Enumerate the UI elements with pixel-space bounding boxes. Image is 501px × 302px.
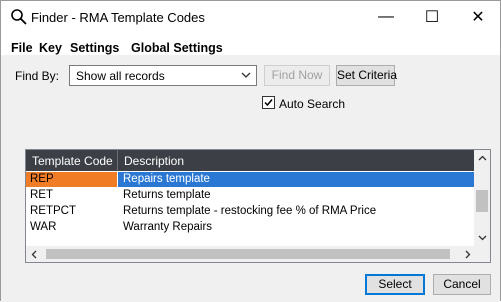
scroll-left-button[interactable] xyxy=(26,246,42,262)
close-icon: ✕ xyxy=(471,9,485,26)
grid-header: Template Code Description xyxy=(26,150,476,171)
search-icon xyxy=(11,9,27,25)
column-header-template-code[interactable]: Template Code xyxy=(32,154,113,168)
checkmark-icon xyxy=(264,99,273,107)
find-now-button[interactable]: Find Now xyxy=(264,65,330,86)
find-by-select[interactable]: Show all records xyxy=(69,65,257,86)
table-row[interactable]: REP Repairs template xyxy=(26,172,476,187)
description-cell: Warranty Repairs xyxy=(123,221,213,233)
set-criteria-button[interactable]: Set Criteria xyxy=(336,65,397,86)
select-button[interactable]: Select xyxy=(365,274,425,295)
vertical-scroll-thumb[interactable] xyxy=(476,190,488,212)
auto-search-label: Auto Search xyxy=(279,97,346,111)
column-separator[interactable] xyxy=(117,150,118,171)
window-title: Finder - RMA Template Codes xyxy=(31,10,205,25)
description-cell: Returns template xyxy=(123,189,211,201)
table-row[interactable]: RETPCT Returns template - restocking fee… xyxy=(26,204,476,219)
menu-global-settings[interactable]: Global Settings xyxy=(131,41,223,55)
close-button[interactable]: ✕ xyxy=(456,1,500,33)
minimize-button[interactable]: — xyxy=(364,1,408,33)
template-code-cell: WAR xyxy=(30,221,57,233)
scroll-down-button[interactable] xyxy=(474,230,490,246)
chevron-right-icon xyxy=(465,250,471,258)
minimize-icon: — xyxy=(378,8,394,25)
description-cell: Repairs template xyxy=(123,173,210,185)
chevron-down-icon xyxy=(241,72,251,78)
scrollbar-corner xyxy=(474,246,490,262)
title-bar: Finder - RMA Template Codes — ☐ ✕ xyxy=(1,1,500,33)
menu-file[interactable]: File xyxy=(11,41,33,55)
table-row[interactable]: WAR Warranty Repairs xyxy=(26,220,476,235)
auto-search-checkbox[interactable] xyxy=(262,96,275,109)
maximize-button[interactable]: ☐ xyxy=(410,1,454,33)
chevron-down-icon xyxy=(478,235,486,241)
description-cell: Returns template - restocking fee % of R… xyxy=(123,205,377,217)
find-by-label: Find By: xyxy=(15,69,60,83)
horizontal-scroll-thumb[interactable] xyxy=(46,249,450,259)
find-by-selected-value: Show all records xyxy=(76,69,165,83)
vertical-scrollbar[interactable] xyxy=(474,150,490,246)
chevron-left-icon xyxy=(31,250,37,258)
menu-key[interactable]: Key xyxy=(39,41,62,55)
finder-window: Finder - RMA Template Codes — ☐ ✕ File K… xyxy=(0,0,501,302)
chevron-up-icon xyxy=(478,155,486,161)
menu-settings[interactable]: Settings xyxy=(70,41,119,55)
column-header-description[interactable]: Description xyxy=(124,154,184,168)
template-code-cell: REP xyxy=(30,173,54,185)
maximize-icon: ☐ xyxy=(424,9,440,26)
template-code-cell: RETPCT xyxy=(30,205,76,217)
horizontal-scrollbar[interactable] xyxy=(26,246,476,262)
cancel-button[interactable]: Cancel xyxy=(433,274,491,295)
table-row[interactable]: RET Returns template xyxy=(26,188,476,203)
scroll-up-button[interactable] xyxy=(474,150,490,166)
template-code-cell: RET xyxy=(30,189,53,201)
results-grid: Template Code Description REP Repairs te… xyxy=(25,149,491,263)
